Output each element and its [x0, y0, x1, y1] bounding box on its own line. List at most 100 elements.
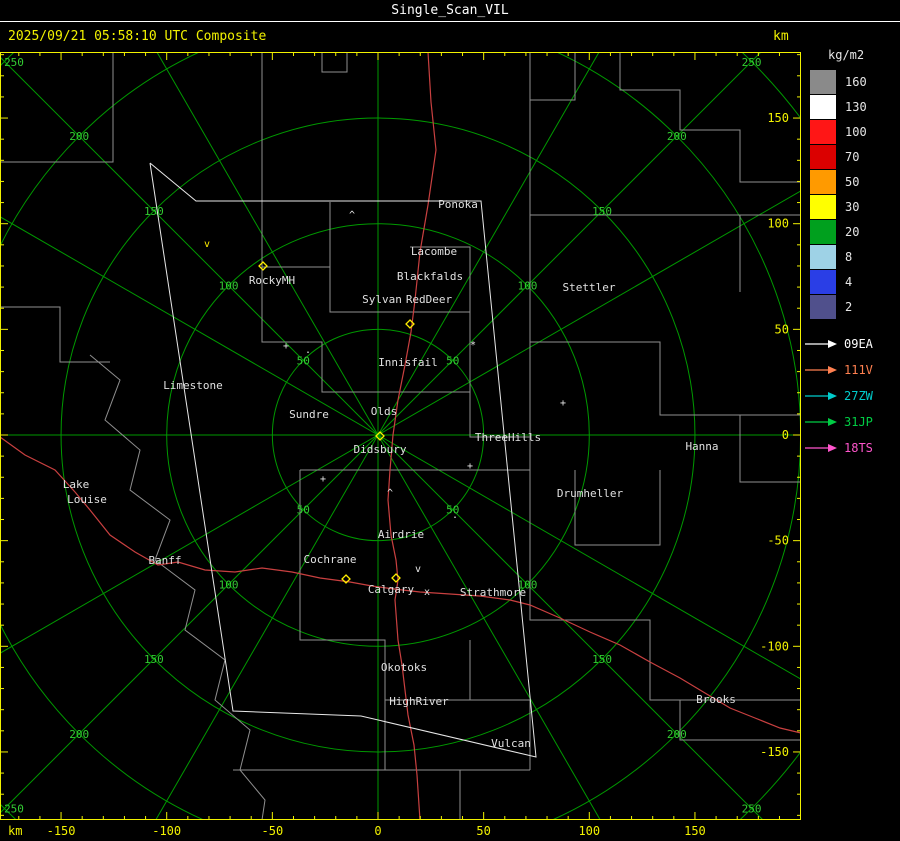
- city-label: Olds: [371, 405, 398, 418]
- city-label: Didsbury: [354, 443, 407, 456]
- range-label: 50: [446, 354, 459, 367]
- x-axis-label: -100: [152, 824, 181, 838]
- radar-app-window: Single_Scan_VIL 2025/09/21 05:58:10 UTC …: [0, 0, 900, 841]
- station-id: 111V: [844, 363, 873, 377]
- city-label: Airdrie: [378, 528, 424, 541]
- radar-site-marker: [391, 573, 401, 583]
- legend-scale-row: 100: [810, 120, 900, 144]
- boundary-line: [739, 415, 801, 483]
- point-marker: +: [560, 398, 566, 409]
- color-scale: 160 130 100 70 50 30 20 8 4 2: [800, 70, 900, 319]
- legend-scale-row: 2: [810, 295, 900, 319]
- point-marker: v: [204, 239, 210, 250]
- station-arrow-icon: [805, 418, 837, 426]
- range-label: 150: [592, 653, 612, 666]
- city-label: Blackfalds: [397, 270, 463, 283]
- station-arrow-icon: [805, 340, 837, 348]
- boundary-line: [89, 354, 266, 820]
- point-marker: v: [415, 564, 421, 575]
- scan-sector-outline: [149, 162, 537, 758]
- legend-scale-row: 70: [810, 145, 900, 169]
- y-axis-label: -150: [760, 745, 789, 759]
- legend-color-swatch: [810, 295, 836, 319]
- legend-color-swatch: [810, 70, 836, 94]
- y-axis-label: 100: [767, 217, 789, 231]
- legend-color-swatch: [810, 220, 836, 244]
- boundary-line: [529, 100, 801, 216]
- range-label: 250: [4, 56, 24, 69]
- range-label: 200: [667, 130, 687, 143]
- x-axis-label: 150: [684, 824, 706, 838]
- status-header: 2025/09/21 05:58:10 UTC Composite km: [0, 22, 900, 52]
- range-label: 100: [219, 578, 239, 591]
- city-label: Lake: [63, 478, 90, 491]
- city-label: Cochrane: [304, 553, 357, 566]
- x-axis-label: 0: [374, 824, 381, 838]
- city-label: ThreeHills: [475, 431, 541, 444]
- legend-value: 4: [845, 275, 853, 289]
- city-label: Banff: [148, 554, 181, 567]
- point-marker: +: [283, 341, 289, 352]
- legend-scale-row: 50: [810, 170, 900, 194]
- city-label: Calgary: [368, 583, 415, 596]
- city-label: Strathmore: [460, 586, 526, 599]
- point-marker: ^: [387, 488, 393, 499]
- legend-color-swatch: [810, 270, 836, 294]
- range-label: 100: [219, 280, 239, 293]
- point-marker: .: [452, 510, 458, 521]
- range-label: 50: [297, 504, 310, 517]
- range-label: 100: [517, 280, 537, 293]
- legend-value: 2: [845, 300, 853, 314]
- range-label: 50: [297, 354, 310, 367]
- radar-map[interactable]: 50 50 50 50 100 100 100 100 150 150 150 150 200 200 20…: [0, 52, 802, 841]
- point-marker: ^: [349, 210, 355, 221]
- boundary-line: [0, 306, 110, 363]
- range-label: 200: [69, 130, 89, 143]
- range-label: 250: [742, 56, 762, 69]
- city-label: Drumheller: [557, 487, 624, 500]
- legend-color-swatch: [810, 195, 836, 219]
- city-label: Hanna: [685, 440, 718, 453]
- legend-color-swatch: [810, 95, 836, 119]
- city-label: Sylvan: [362, 293, 402, 306]
- x-axis-label: -150: [47, 824, 76, 838]
- range-label: 250: [742, 803, 762, 816]
- point-marker: *: [470, 340, 476, 351]
- city-label: Stettler: [563, 281, 616, 294]
- window-title: Single_Scan_VIL: [391, 3, 509, 18]
- radar-site-marker: [258, 261, 268, 271]
- city-label: Vulcan: [491, 737, 531, 750]
- legend-color-swatch: [810, 170, 836, 194]
- legend-scale-row: 8: [810, 245, 900, 269]
- station-legend-row: 27ZW: [804, 383, 900, 409]
- city-label: RedDeer: [406, 293, 453, 306]
- point-marker: .: [305, 345, 311, 356]
- legend-scale-row: 130: [810, 95, 900, 119]
- legend-scale-row: 30: [810, 195, 900, 219]
- range-label: 150: [144, 653, 164, 666]
- station-arrow-icon: [805, 366, 837, 374]
- legend-value: 20: [845, 225, 860, 239]
- legend-scale-row: 20: [810, 220, 900, 244]
- legend-scale-row: 160: [810, 70, 900, 94]
- legend-panel: kg/m2 160 130 100 70 50 30 20 8 4 2 09EA 111V 27ZW 3…: [800, 22, 900, 841]
- scan-timestamp: 2025/09/21 05:58:10 UTC Composite: [8, 29, 267, 44]
- range-label: 200: [69, 728, 89, 741]
- city-label: Sundre: [289, 408, 329, 421]
- range-label: 150: [592, 205, 612, 218]
- city-label: RockyMH: [249, 274, 295, 287]
- station-legend-row: 31JP: [804, 409, 900, 435]
- city-label: Lacombe: [411, 245, 457, 258]
- legend-value: 30: [845, 200, 860, 214]
- legend-color-swatch: [810, 145, 836, 169]
- legend-value: 100: [845, 125, 867, 139]
- point-marker: x: [424, 587, 430, 598]
- legend-value: 8: [845, 250, 853, 264]
- range-label: 150: [144, 205, 164, 218]
- city-label: Ponoka: [438, 198, 478, 211]
- range-label: 200: [667, 728, 687, 741]
- y-axis-label: 50: [775, 322, 789, 336]
- station-legend: 09EA 111V 27ZW 31JP 18TS: [800, 331, 900, 461]
- point-marker: +: [320, 474, 326, 485]
- legend-value: 70: [845, 150, 860, 164]
